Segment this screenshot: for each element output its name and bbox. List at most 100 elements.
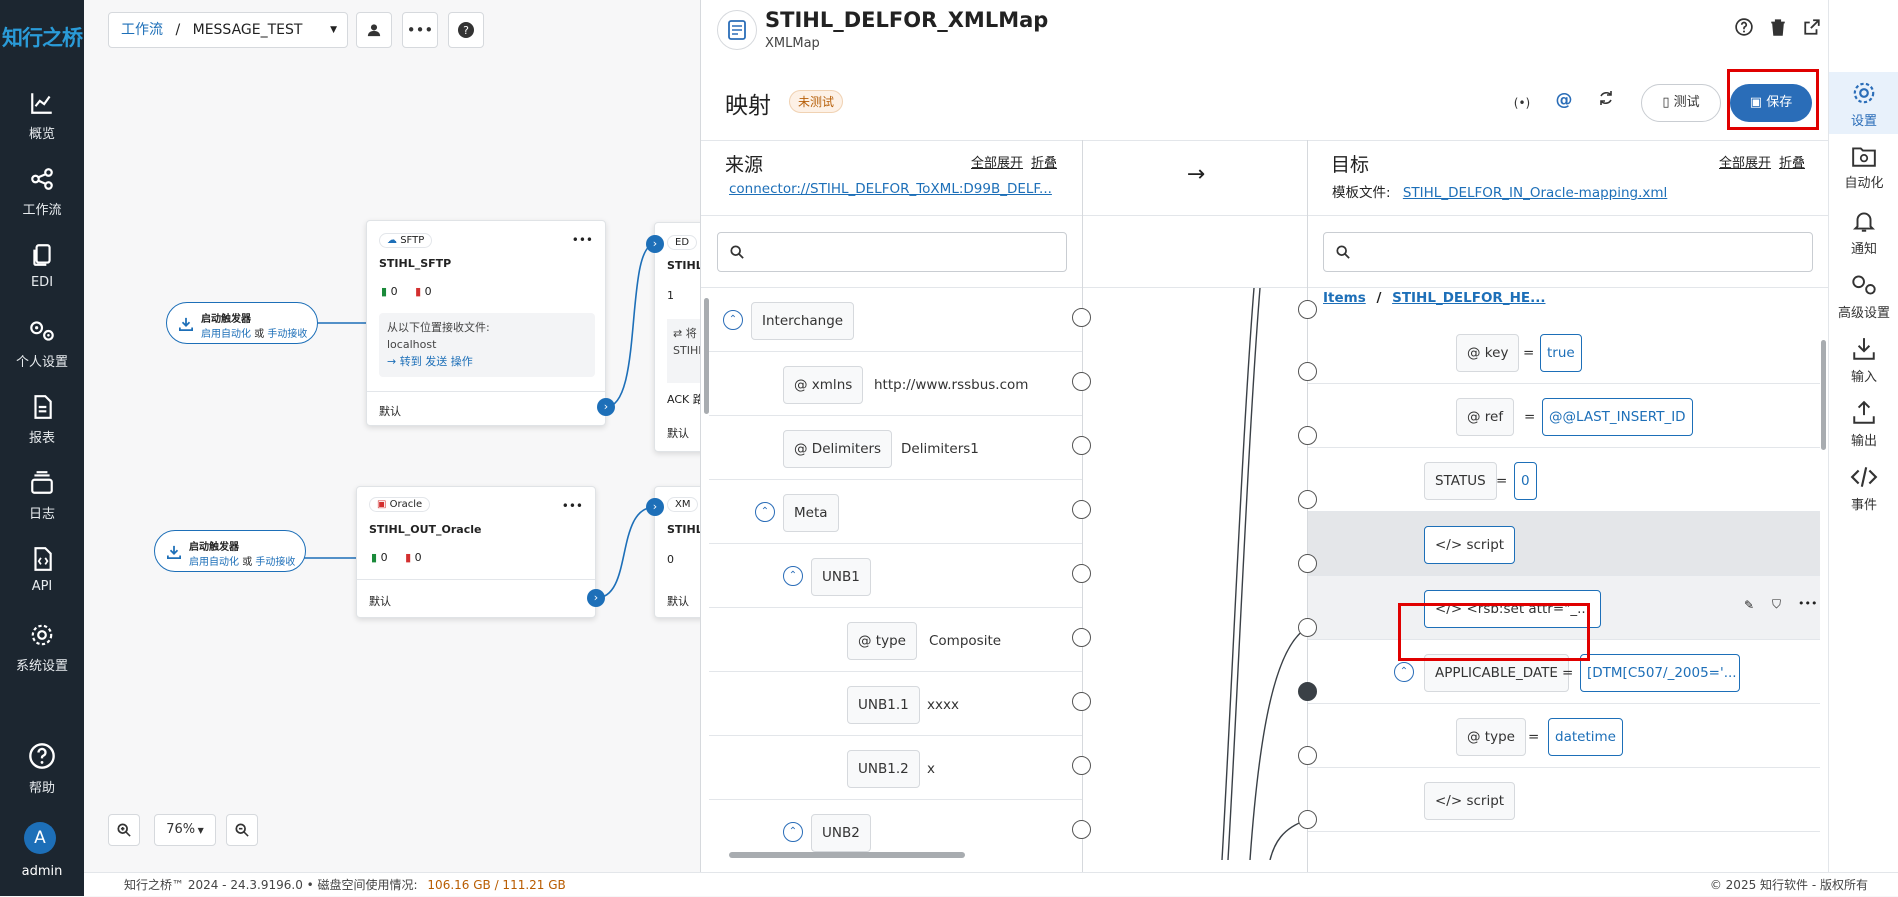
node-menu-icon[interactable]: ••• — [562, 499, 583, 513]
tab-output[interactable]: 输出 — [1829, 400, 1898, 449]
tab-notifications[interactable]: 通知 — [1829, 208, 1898, 257]
avatar[interactable]: A — [24, 822, 56, 854]
target-connector-port[interactable] — [1298, 810, 1317, 829]
manual-receive-link[interactable]: 手动接收 — [255, 557, 295, 568]
mapping-value[interactable]: datetime — [1548, 718, 1623, 756]
at-icon: @ — [794, 441, 812, 457]
source-scrollbar-horizontal[interactable] — [729, 852, 965, 858]
template-file-link[interactable]: STIHL_DELFOR_IN_Oracle-mapping.xml — [1403, 185, 1667, 201]
zoom-in-button[interactable] — [108, 814, 140, 846]
edit-icon[interactable]: ✎ — [1744, 598, 1754, 612]
tab-events[interactable]: 事件 — [1829, 464, 1898, 513]
enable-automation-link[interactable]: 启用自动化 — [201, 329, 251, 340]
breadcrumb-items-link[interactable]: Items — [1323, 290, 1366, 306]
source-row[interactable]: @ Delimiters Delimiters1 — [709, 416, 1082, 480]
mapping-value[interactable]: 0 — [1514, 462, 1537, 500]
node-edi-partial[interactable]: ED STIHL_ 1 ⇄ 将 STIHL ACK 路 默认 — [654, 222, 700, 452]
help-button[interactable] — [1731, 18, 1757, 44]
target-row[interactable]: STATUS = 0 — [1308, 448, 1820, 512]
enable-automation-link[interactable]: 启用自动化 — [189, 557, 239, 568]
target-connector-port[interactable] — [1298, 300, 1317, 319]
mapping-value[interactable]: [DTM[C507/_2005='... — [1580, 654, 1740, 692]
nav-item-overview[interactable]: 概览 — [0, 90, 84, 142]
node-input-port[interactable]: › — [646, 235, 664, 253]
collapse-icon[interactable]: ⌃ — [783, 566, 803, 586]
tab-settings[interactable]: 设置 — [1829, 80, 1898, 129]
source-row[interactable]: @ type Composite — [709, 608, 1082, 672]
open-external-button[interactable] — [1799, 18, 1825, 44]
nav-item-api[interactable]: API — [0, 546, 84, 594]
source-scrollbar-vertical[interactable] — [704, 298, 709, 414]
node-output-port[interactable]: › — [587, 589, 605, 607]
target-connector-port[interactable] — [1298, 490, 1317, 509]
node-input-port[interactable]: › — [646, 498, 664, 516]
source-row[interactable]: ⌃ UNB1 — [709, 544, 1082, 608]
target-connector-port[interactable] — [1298, 362, 1317, 381]
target-expand-all[interactable]: 全部展开 — [1719, 152, 1771, 171]
nav-item-edi[interactable]: EDI — [0, 242, 84, 290]
mapping-value[interactable]: @@LAST_INSERT_ID — [1542, 398, 1693, 436]
target-connector-port[interactable] — [1298, 618, 1317, 637]
start-trigger-2[interactable]: 启动触发器 启用自动化 或 手动接收 — [154, 530, 306, 572]
collapse-icon[interactable]: ⌃ — [723, 310, 743, 330]
source-row[interactable]: UNB1.2 x — [709, 736, 1082, 800]
target-connector-port[interactable] — [1298, 746, 1317, 765]
nav-item-reports[interactable]: 报表 — [0, 394, 84, 446]
refresh-button[interactable] — [1593, 90, 1619, 116]
node-sftp[interactable]: ☁ SFTP ••• STIHL_SFTP ▮ 0 ▮ 0 从以下位置接收文件:… — [366, 220, 606, 426]
zoom-level-select[interactable]: 76% ▼ — [154, 814, 216, 846]
target-search-input[interactable] — [1323, 232, 1813, 272]
tab-advanced[interactable]: 高级设置 — [1829, 272, 1898, 321]
tab-input[interactable]: 输入 — [1829, 336, 1898, 385]
source-row[interactable]: @ xmlns http://www.rssbus.com — [709, 352, 1082, 416]
node-oracle[interactable]: ▣ Oracle ••• STIHL_OUT_Oracle ▮ 0 ▮ 0 默认 — [356, 486, 596, 618]
node-menu-icon[interactable]: ••• — [572, 233, 593, 247]
filter-icon[interactable]: ⛉ — [1772, 597, 1781, 612]
collapse-icon[interactable]: ⌃ — [755, 502, 775, 522]
nav-item-logs[interactable]: 日志 — [0, 470, 84, 522]
script-node[interactable]: </> script — [1424, 782, 1516, 820]
source-collapse[interactable]: 折叠 — [1031, 152, 1057, 171]
source-row[interactable]: ⌃ Meta — [709, 480, 1082, 544]
at-button[interactable]: @ — [1551, 90, 1577, 116]
source-row[interactable]: ⌃ UNB2 — [709, 800, 1082, 858]
target-connector-port[interactable] — [1298, 426, 1317, 445]
source-row[interactable]: ⌃ Interchange — [709, 288, 1082, 352]
nav-item-system-settings[interactable]: 系统设置 — [0, 622, 84, 674]
nav-item-workflow[interactable]: 工作流 — [0, 166, 84, 218]
collapse-icon[interactable]: ⌃ — [1394, 662, 1414, 682]
target-row[interactable]: @ type = datetime — [1308, 704, 1820, 768]
target-collapse[interactable]: 折叠 — [1779, 152, 1805, 171]
mapping-value[interactable]: true — [1540, 334, 1582, 372]
nav-item-help[interactable]: 帮助 — [0, 742, 84, 796]
target-connector-port-mapped[interactable] — [1298, 682, 1317, 701]
source-expand-all[interactable]: 全部展开 — [971, 152, 1023, 171]
manual-receive-link[interactable]: 手动接收 — [267, 329, 307, 340]
download-icon — [179, 317, 193, 331]
source-connector-link[interactable]: connector://STIHL_DELFOR_ToXML:D99B_DELF… — [729, 181, 1059, 197]
target-row[interactable]: </> script — [1308, 768, 1820, 832]
start-trigger-1[interactable]: 启动触发器 启用自动化 或 手动接收 — [166, 302, 318, 344]
target-row-selected[interactable]: </> script — [1308, 512, 1820, 576]
node-output-port[interactable]: › — [597, 398, 615, 416]
source-search-input[interactable] — [717, 232, 1067, 272]
target-scrollbar-vertical[interactable] — [1821, 340, 1826, 450]
script-node[interactable]: </> script — [1424, 526, 1516, 564]
node-goto-links[interactable]: → 转到 发送 操作 — [387, 353, 587, 370]
target-row[interactable]: @ ref = @@LAST_INSERT_ID — [1308, 384, 1820, 448]
broadcast-button[interactable]: (•) — [1509, 92, 1535, 118]
zoom-out-button[interactable] — [226, 814, 258, 846]
breadcrumb-separator: / — [1376, 290, 1382, 306]
more-icon[interactable]: ••• — [1798, 597, 1817, 610]
target-row[interactable]: @ key = true — [1308, 320, 1820, 384]
delete-button[interactable] — [1765, 18, 1791, 44]
test-button[interactable]: ▯ 测试 — [1641, 84, 1721, 122]
workflow-canvas[interactable]: 工作流 / MESSAGE_TEST ▼ ••• ? 启动触发器 启用自动化 或… — [84, 0, 700, 860]
breadcrumb-leaf-link[interactable]: STIHL_DELFOR_HE... — [1392, 290, 1545, 306]
target-connector-port[interactable] — [1298, 554, 1317, 573]
collapse-icon[interactable]: ⌃ — [783, 822, 803, 842]
tab-automation[interactable]: 自动化 — [1829, 144, 1898, 191]
nav-item-personal-settings[interactable]: 个人设置 — [0, 318, 84, 370]
source-row[interactable]: UNB1.1 xxxx — [709, 672, 1082, 736]
brand-logo[interactable]: 知行之桥 — [0, 22, 84, 52]
